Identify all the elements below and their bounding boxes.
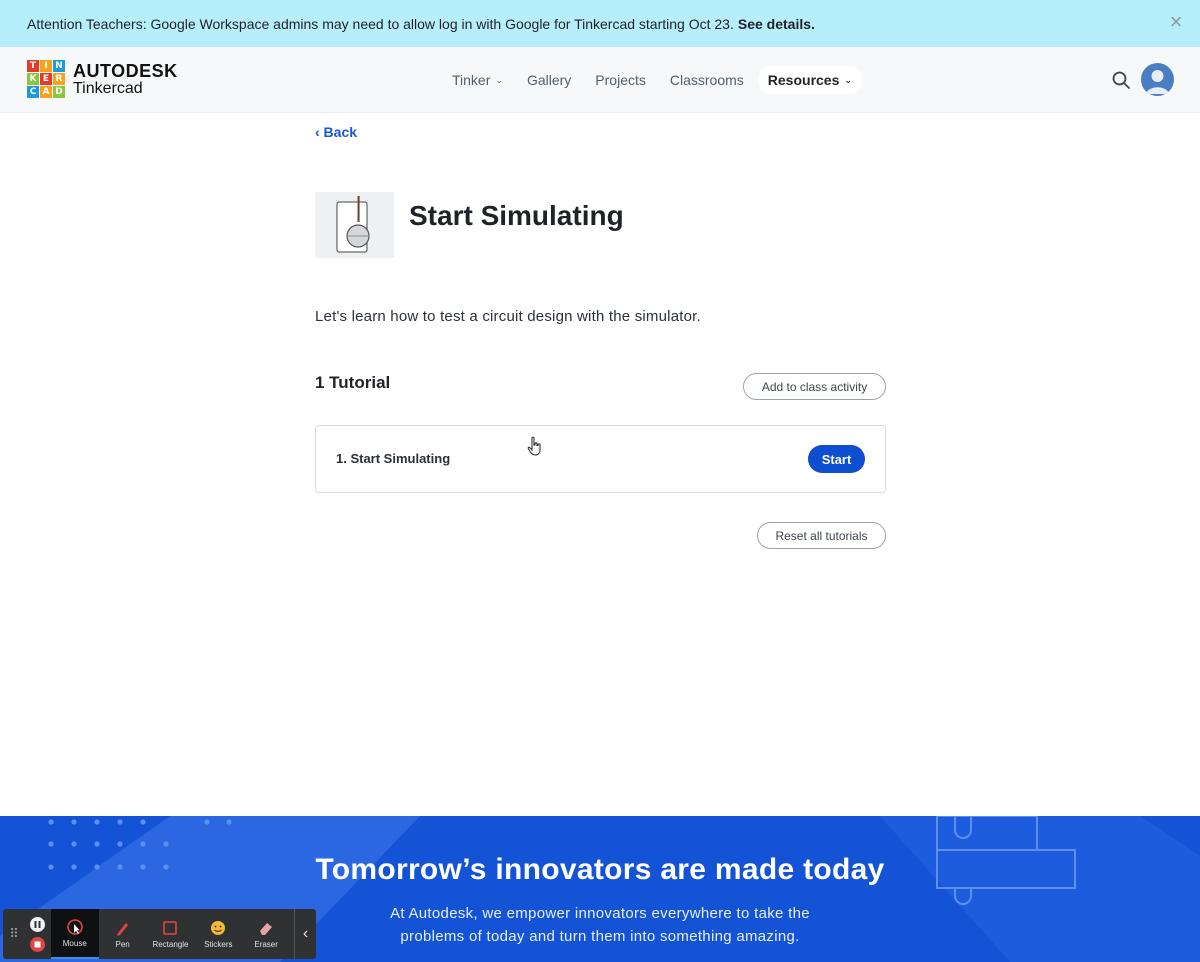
banner-text: Attention Teachers: Google Workspace adm… <box>27 15 734 32</box>
tool-label: Stickers <box>204 940 233 949</box>
pen-icon <box>114 919 132 937</box>
hero-title: Tomorrow’s innovators are made today <box>315 853 885 886</box>
page-title: Start Simulating <box>409 200 624 231</box>
tool-mouse[interactable]: Mouse <box>50 909 99 959</box>
main-nav: Tinker ⌄ Gallery Projects Classrooms Res… <box>442 47 862 113</box>
annotation-toolbar: ⠿ Mouse Pen Rectangle Stickers Eraser ‹ <box>3 909 316 959</box>
add-to-class-activity-button[interactable]: Add to class activity <box>743 373 886 400</box>
hand-cursor-icon <box>527 436 543 456</box>
chevron-down-icon: ⌄ <box>495 74 503 85</box>
logo-tile: I <box>40 60 52 72</box>
nav-item-label: Resources <box>767 72 840 88</box>
see-details-link[interactable]: See details. <box>738 16 815 32</box>
back-link[interactable]: ‹ Back <box>315 124 357 140</box>
tool-label: Pen <box>115 940 130 949</box>
rectangle-icon <box>161 919 179 937</box>
drag-handle-icon[interactable]: ⠿ <box>3 909 25 959</box>
sticker-icon <box>209 919 227 937</box>
tool-label: Mouse <box>62 939 87 948</box>
tinkercad-logo[interactable]: T I N K E R C A D AUTODESK Tinkercad <box>27 60 178 98</box>
logo-tile: E <box>40 73 52 85</box>
reset-all-tutorials-button[interactable]: Reset all tutorials <box>757 522 886 549</box>
nav-item-tinker[interactable]: Tinker ⌄ <box>442 66 513 94</box>
nav-item-classrooms[interactable]: Classrooms <box>660 66 754 94</box>
nav-item-resources[interactable]: Resources ⌄ <box>757 66 862 94</box>
logo-tile: C <box>27 86 39 98</box>
hero-subtitle-line: problems of today and turn them into som… <box>400 928 800 945</box>
logo-tile: T <box>27 60 39 72</box>
tool-eraser[interactable]: Eraser <box>242 909 290 959</box>
pause-icon[interactable] <box>30 916 46 932</box>
logo-tile: D <box>53 86 65 98</box>
tutorial-card[interactable]: 1. Start Simulating Start <box>315 425 886 493</box>
tool-stickers[interactable]: Stickers <box>194 909 242 959</box>
logo-tile: A <box>40 86 52 98</box>
logo-product: Tinkercad <box>73 79 143 97</box>
nav-item-label: Tinker <box>452 72 491 88</box>
close-icon[interactable]: × <box>1166 11 1186 33</box>
logo-brand: AUTODESK <box>73 60 178 81</box>
logo-tiles: T I N K E R C A D <box>27 60 65 98</box>
logo-tile: K <box>27 73 39 85</box>
page-description: Let's learn how to test a circuit design… <box>315 308 701 325</box>
recording-controls <box>25 909 51 959</box>
announcement-banner: Attention Teachers: Google Workspace adm… <box>0 0 1200 47</box>
logo-tile: R <box>53 73 65 85</box>
tool-pen[interactable]: Pen <box>99 909 147 959</box>
chevron-down-icon: ⌄ <box>844 74 852 85</box>
user-avatar[interactable] <box>1141 63 1174 96</box>
lesson-thumbnail <box>315 192 394 258</box>
search-icon[interactable] <box>1111 70 1131 90</box>
site-header: T I N K E R C A D AUTODESK Tinkercad Tin… <box>0 47 1200 113</box>
logo-tile: N <box>53 60 65 72</box>
chevron-left-icon[interactable]: ‹ <box>294 909 316 959</box>
stop-icon[interactable] <box>30 936 46 952</box>
tool-rectangle[interactable]: Rectangle <box>147 909 195 959</box>
mouse-pointer-icon <box>66 918 84 936</box>
nav-item-label: Classrooms <box>669 72 744 88</box>
hero-subtitle-line: At Autodesk, we empower innovators every… <box>390 905 810 922</box>
tool-label: Eraser <box>254 940 278 949</box>
tutorial-count-heading: 1 Tutorial <box>315 373 391 392</box>
eraser-icon <box>257 919 275 937</box>
tool-label: Rectangle <box>152 940 189 949</box>
tutorial-label: 1. Start Simulating <box>336 451 451 466</box>
start-button[interactable]: Start <box>808 445 865 473</box>
nav-item-label: Gallery <box>526 72 572 88</box>
nav-item-label: Projects <box>595 72 646 88</box>
nav-item-projects[interactable]: Projects <box>585 66 656 94</box>
nav-item-gallery[interactable]: Gallery <box>517 66 581 94</box>
